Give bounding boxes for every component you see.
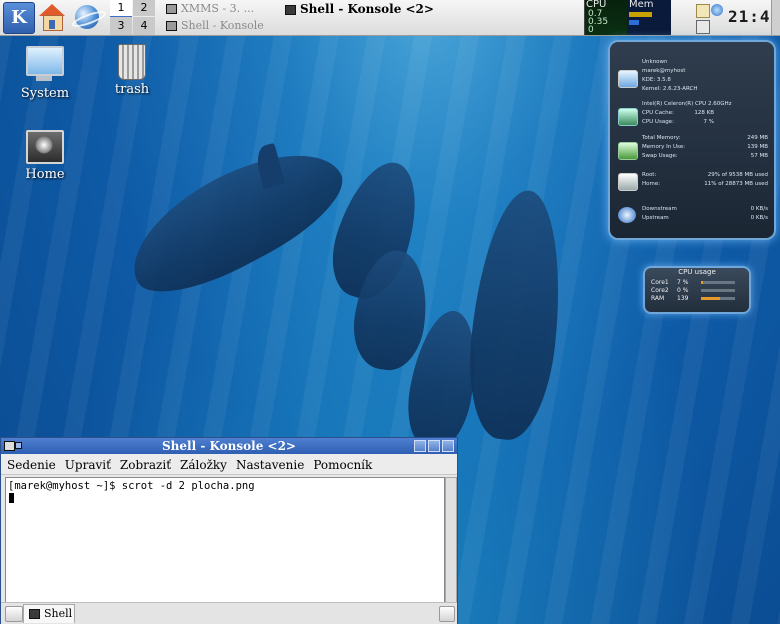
network-icon[interactable] <box>711 4 723 16</box>
host-line: marek@myhost <box>642 68 686 74</box>
taskbar: XMMS - 3. ... Shell - Konsole Shell - Ko… <box>160 0 580 35</box>
menu-zalozky[interactable]: Záložky <box>174 454 230 472</box>
pager-desktop-3[interactable]: 3 <box>110 17 132 35</box>
memory-graph: Mem <box>627 0 671 35</box>
disk-line: Home: 11% of 28873 MB used <box>642 181 768 187</box>
close-button[interactable] <box>442 440 454 452</box>
cpu-usage-row: Core2 0 % <box>651 287 743 295</box>
cpu-usage-row: RAM 139 <box>651 295 743 303</box>
desktop-icon-label: System <box>20 86 70 101</box>
terminal-prompt-line: [marek@myhost ~]$ scrot -d 2 plocha.png <box>8 480 255 492</box>
usage-bar <box>701 281 735 284</box>
k-menu-button[interactable] <box>3 2 35 34</box>
cpu-chip-icon <box>618 108 638 126</box>
net-line: Downstream 0 KB/s <box>642 206 768 212</box>
desktop-icon-trash[interactable]: trash <box>97 44 167 97</box>
trash-icon <box>118 44 146 80</box>
memory-line: Total Memory: 249 MB <box>642 135 768 141</box>
close-session-button[interactable] <box>439 606 455 622</box>
minimize-button[interactable] <box>414 440 426 452</box>
cpu-line: CPU Usage: 7 % <box>642 119 714 125</box>
system-info-widget: Unknown marek@myhost KDE: 3.5.8 Kernel: … <box>608 40 776 240</box>
terminal-icon <box>29 609 40 619</box>
window-title: Shell - Konsole <2> <box>162 439 296 453</box>
disk-line: Root: 29% of 9538 MB used <box>642 172 768 178</box>
terminal-icon <box>285 4 296 15</box>
swap-used-bar <box>629 20 639 25</box>
net-line: Upstream 0 KB/s <box>642 215 768 221</box>
hard-disk-icon <box>618 173 638 191</box>
display-settings-icon[interactable] <box>696 20 710 34</box>
usage-bar <box>701 297 735 300</box>
sticky-icon[interactable] <box>15 442 22 449</box>
home-folder-icon <box>26 130 64 164</box>
menu-pomocnik[interactable]: Pomocník <box>307 454 375 472</box>
host-line: KDE: 3.5.8 <box>642 77 671 83</box>
usage-bar <box>701 289 735 292</box>
computer-icon <box>26 46 64 81</box>
desktop-icon-label: Home <box>25 167 65 182</box>
globe-icon <box>618 207 636 223</box>
cpu-usage-title: CPU usage <box>678 268 716 276</box>
memory-used-bar <box>629 12 652 17</box>
menu-upravit[interactable]: Upraviť <box>59 454 114 472</box>
clipboard-icon[interactable] <box>696 4 710 18</box>
terminal-area[interactable]: [marek@myhost ~]$ scrot -d 2 plocha.png <box>5 477 445 604</box>
cpu-usage-widget: CPU usage Core1 7 % Core2 0 % RAM 139 <box>643 266 751 314</box>
menu-bar: Sedenie Upraviť Zobraziť Záložky Nastavenie P… <box>1 454 457 475</box>
session-tab-bar: Shell <box>1 602 457 624</box>
globe-icon <box>75 5 99 29</box>
new-session-button[interactable] <box>5 606 23 622</box>
desktop-icon-home[interactable]: Home <box>10 130 80 182</box>
desktop-icon-label: trash <box>114 82 150 97</box>
system-monitor-applet[interactable]: CPU 0.7 0.35 0 Mem <box>584 0 671 35</box>
desktop-pager: 1 2 3 4 <box>110 0 156 35</box>
memory-line: Swap Usage: 57 MB <box>642 153 768 159</box>
terminal-icon <box>166 21 177 31</box>
web-browser-button[interactable] <box>72 2 102 32</box>
cpu-line: CPU Cache: 128 KB <box>642 110 714 116</box>
desktop-icon-system[interactable]: System <box>10 46 80 101</box>
memory-icon <box>618 142 638 160</box>
memory-line: Memory In Use: 139 MB <box>642 144 768 150</box>
task-shell-konsole-2[interactable]: Shell - Konsole <2> <box>285 2 434 16</box>
terminal-cursor <box>9 493 14 503</box>
task-xmms[interactable]: XMMS - 3. ... <box>166 2 254 15</box>
cpu-usage-row: Core1 7 % <box>651 279 743 287</box>
cpu-load-graph: CPU 0.7 0.35 0 <box>585 0 627 35</box>
kicker-panel: 1 2 3 4 XMMS - 3. ... Shell - Konsole Sh… <box>0 0 780 36</box>
maximize-button[interactable] <box>428 440 440 452</box>
computer-icon <box>618 70 638 88</box>
host-line: Unknown <box>642 59 668 65</box>
window-menu-icon[interactable] <box>4 441 15 451</box>
host-line: Kernel: 2.6.23-ARCH <box>642 86 698 92</box>
panel-hide-button[interactable] <box>771 0 780 35</box>
menu-nastavenie[interactable]: Nastavenie <box>230 454 307 472</box>
home-folder-button[interactable] <box>37 2 67 32</box>
cpu-line: Intel(R) Celeron(R) CPU 2.60GHz <box>642 101 732 107</box>
pager-desktop-2[interactable]: 2 <box>133 0 155 16</box>
task-shell-konsole[interactable]: Shell - Konsole <box>166 19 264 32</box>
menu-sedenie[interactable]: Sedenie <box>1 454 59 472</box>
konsole-window: Shell - Konsole <2> Sedenie Upraviť Zobraz… <box>0 437 458 624</box>
window-titlebar[interactable]: Shell - Konsole <2> <box>1 438 457 454</box>
session-tab-shell[interactable]: Shell <box>23 604 75 623</box>
pager-desktop-4[interactable]: 4 <box>133 17 155 35</box>
load-value: 0 <box>588 25 594 35</box>
terminal-scrollbar[interactable] <box>445 477 457 604</box>
mem-label: Mem <box>629 0 654 10</box>
menu-zobrazit[interactable]: Zobraziť <box>114 454 174 472</box>
xmms-icon <box>166 4 177 14</box>
